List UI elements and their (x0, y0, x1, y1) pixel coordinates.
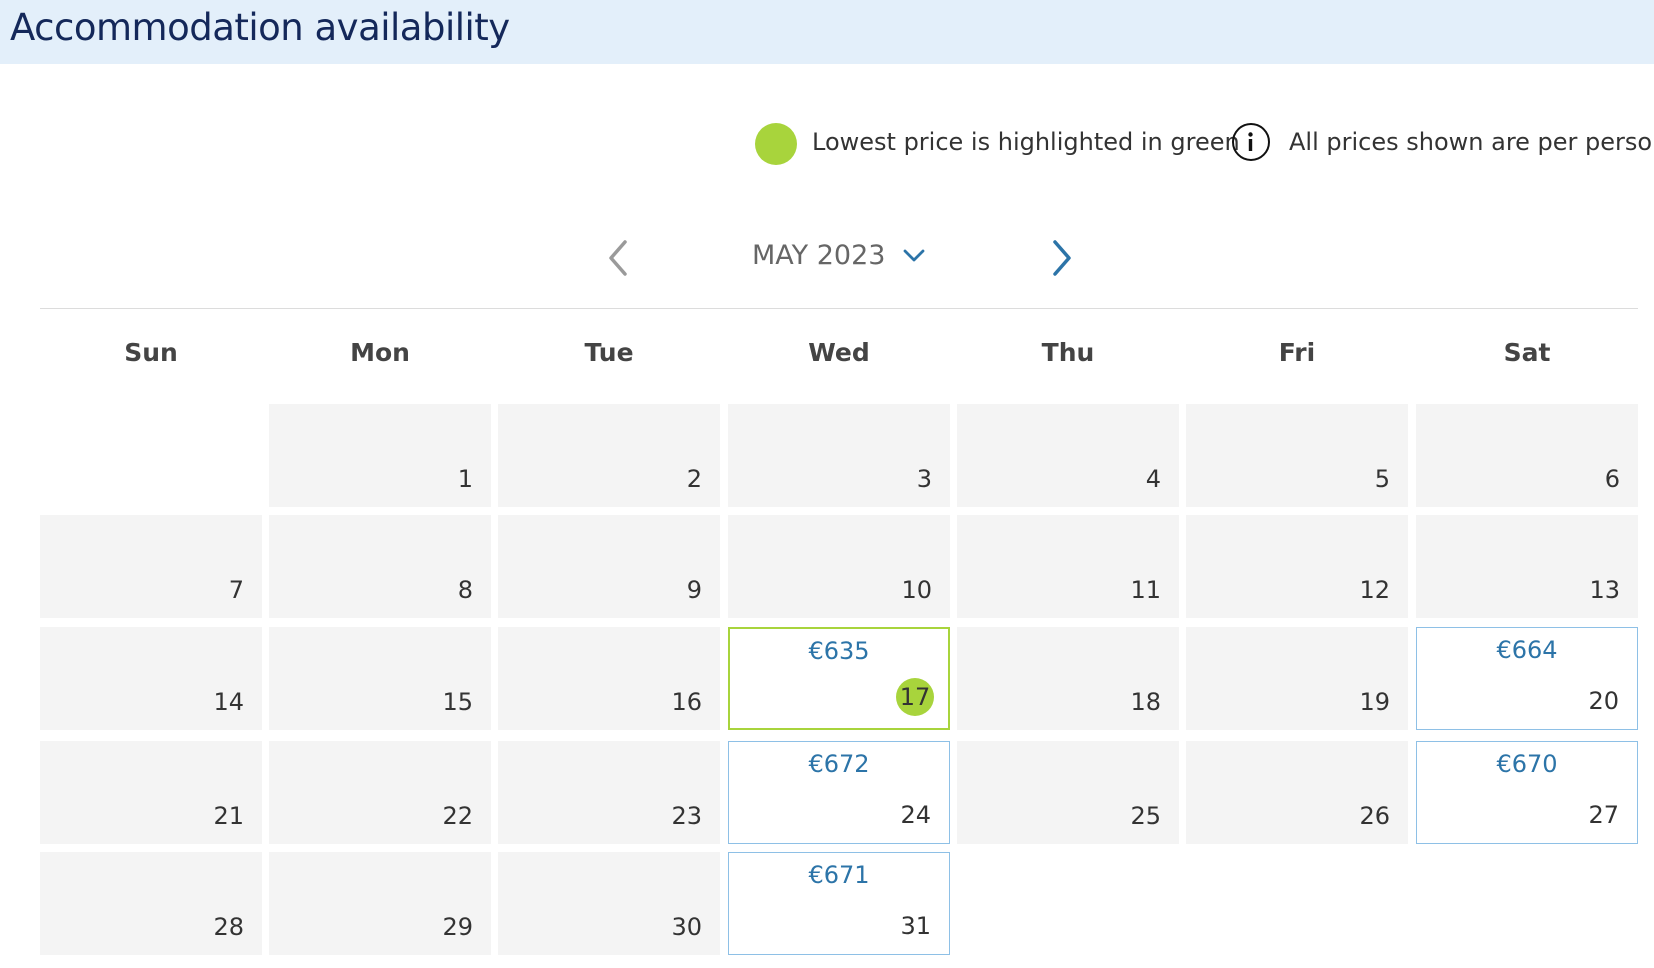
chevron-left-icon (609, 240, 627, 276)
calendar-day-cell[interactable]: 25 (957, 741, 1179, 844)
calendar-day-cell[interactable]: 26 (1186, 741, 1408, 844)
day-price: €672 (808, 750, 870, 778)
info-icon (1232, 123, 1270, 161)
weekday-fri: Fri (1278, 338, 1316, 367)
calendar-day-cell[interactable]: 5 (1186, 404, 1408, 507)
day-number: 8 (457, 576, 473, 604)
calendar-day-cell[interactable]: 10 (728, 515, 950, 618)
day-number: 4 (1145, 465, 1161, 493)
page-title: Accommodation availability (10, 6, 510, 49)
calendar-day-cell[interactable]: €672 24 (728, 741, 950, 844)
weekday-mon: Mon (350, 338, 410, 367)
day-number: 19 (1359, 688, 1390, 716)
calendar-day-cell[interactable]: 29 (269, 852, 491, 955)
day-price: €670 (1496, 750, 1558, 778)
chevron-right-icon (1053, 240, 1071, 276)
calendar-day-cell[interactable]: 7 (40, 515, 262, 618)
weekday-sat: Sat (1503, 338, 1551, 367)
calendar-day-cell[interactable]: 28 (40, 852, 262, 955)
day-number: 27 (1588, 801, 1619, 829)
day-number: 2 (686, 465, 702, 493)
lowest-price-day-number: 17 (896, 678, 934, 716)
day-number: 7 (228, 576, 244, 604)
calendar-day-cell[interactable]: 22 (269, 741, 491, 844)
day-number: 13 (1589, 576, 1620, 604)
day-number: 29 (442, 913, 473, 941)
calendar-day-cell[interactable]: 14 (40, 627, 262, 730)
day-number: 11 (1130, 576, 1161, 604)
calendar-day-cell[interactable]: €635 17 (728, 627, 950, 730)
day-number: 3 (916, 465, 932, 493)
weekday-tue: Tue (584, 338, 634, 367)
day-number: 18 (1130, 688, 1161, 716)
day-price: €664 (1496, 636, 1558, 664)
day-number: 24 (900, 801, 931, 829)
calendar-day-cell[interactable]: €664 20 (1416, 627, 1638, 730)
day-number: 28 (213, 913, 244, 941)
calendar-day-cell[interactable]: 21 (40, 741, 262, 844)
calendar-day-cell[interactable]: 6 (1416, 404, 1638, 507)
calendar-divider (40, 308, 1638, 309)
day-number: 20 (1588, 687, 1619, 715)
calendar-day-cell[interactable]: 2 (498, 404, 720, 507)
page-header: Accommodation availability (0, 0, 1654, 64)
weekday-thu: Thu (1041, 338, 1095, 367)
calendar-day-cell[interactable]: 1 (269, 404, 491, 507)
day-number: 16 (671, 688, 702, 716)
month-label: MAY 2023 (752, 240, 886, 271)
day-number: 30 (671, 913, 702, 941)
calendar-day-cell[interactable]: 30 (498, 852, 720, 955)
calendar-day-cell[interactable]: 3 (728, 404, 950, 507)
month-dropdown[interactable]: MAY 2023 (752, 240, 927, 280)
per-person-legend-text: All prices shown are per person (1289, 128, 1654, 156)
day-price: €635 (808, 637, 870, 665)
calendar-day-cell[interactable]: 19 (1186, 627, 1408, 730)
day-number: 26 (1359, 802, 1390, 830)
day-number: 10 (901, 576, 932, 604)
day-number: 9 (686, 576, 702, 604)
calendar-day-cell[interactable]: 8 (269, 515, 491, 618)
calendar-day-cell[interactable]: 16 (498, 627, 720, 730)
prev-month-button[interactable] (601, 236, 641, 280)
lowest-price-legend-dot (755, 123, 797, 165)
day-number: 23 (671, 802, 702, 830)
day-number: 25 (1130, 802, 1161, 830)
lowest-price-legend-text: Lowest price is highlighted in green (812, 128, 1240, 156)
calendar-day-cell[interactable]: 23 (498, 741, 720, 844)
calendar-day-cell[interactable]: 9 (498, 515, 720, 618)
chevron-down-icon (903, 249, 924, 261)
calendar-day-cell[interactable]: 18 (957, 627, 1179, 730)
day-number: 15 (442, 688, 473, 716)
day-number: 22 (442, 802, 473, 830)
day-number: 12 (1359, 576, 1390, 604)
weekday-sun: Sun (124, 338, 178, 367)
day-number: 1 (457, 465, 473, 493)
day-number: 5 (1374, 465, 1390, 493)
day-number: 31 (900, 912, 931, 940)
weekday-wed: Wed (808, 338, 870, 367)
day-number: 6 (1604, 465, 1620, 493)
day-number: 21 (213, 802, 244, 830)
calendar-day-cell[interactable]: 12 (1186, 515, 1408, 618)
day-number: 14 (213, 688, 244, 716)
next-month-button[interactable] (1042, 236, 1082, 280)
calendar-day-cell[interactable]: €671 31 (728, 852, 950, 955)
calendar-day-cell[interactable]: €670 27 (1416, 741, 1638, 844)
day-price: €671 (808, 861, 870, 889)
calendar-day-cell[interactable]: 4 (957, 404, 1179, 507)
calendar-day-cell[interactable]: 13 (1416, 515, 1638, 618)
calendar-day-cell[interactable]: 11 (957, 515, 1179, 618)
calendar-day-cell[interactable]: 15 (269, 627, 491, 730)
